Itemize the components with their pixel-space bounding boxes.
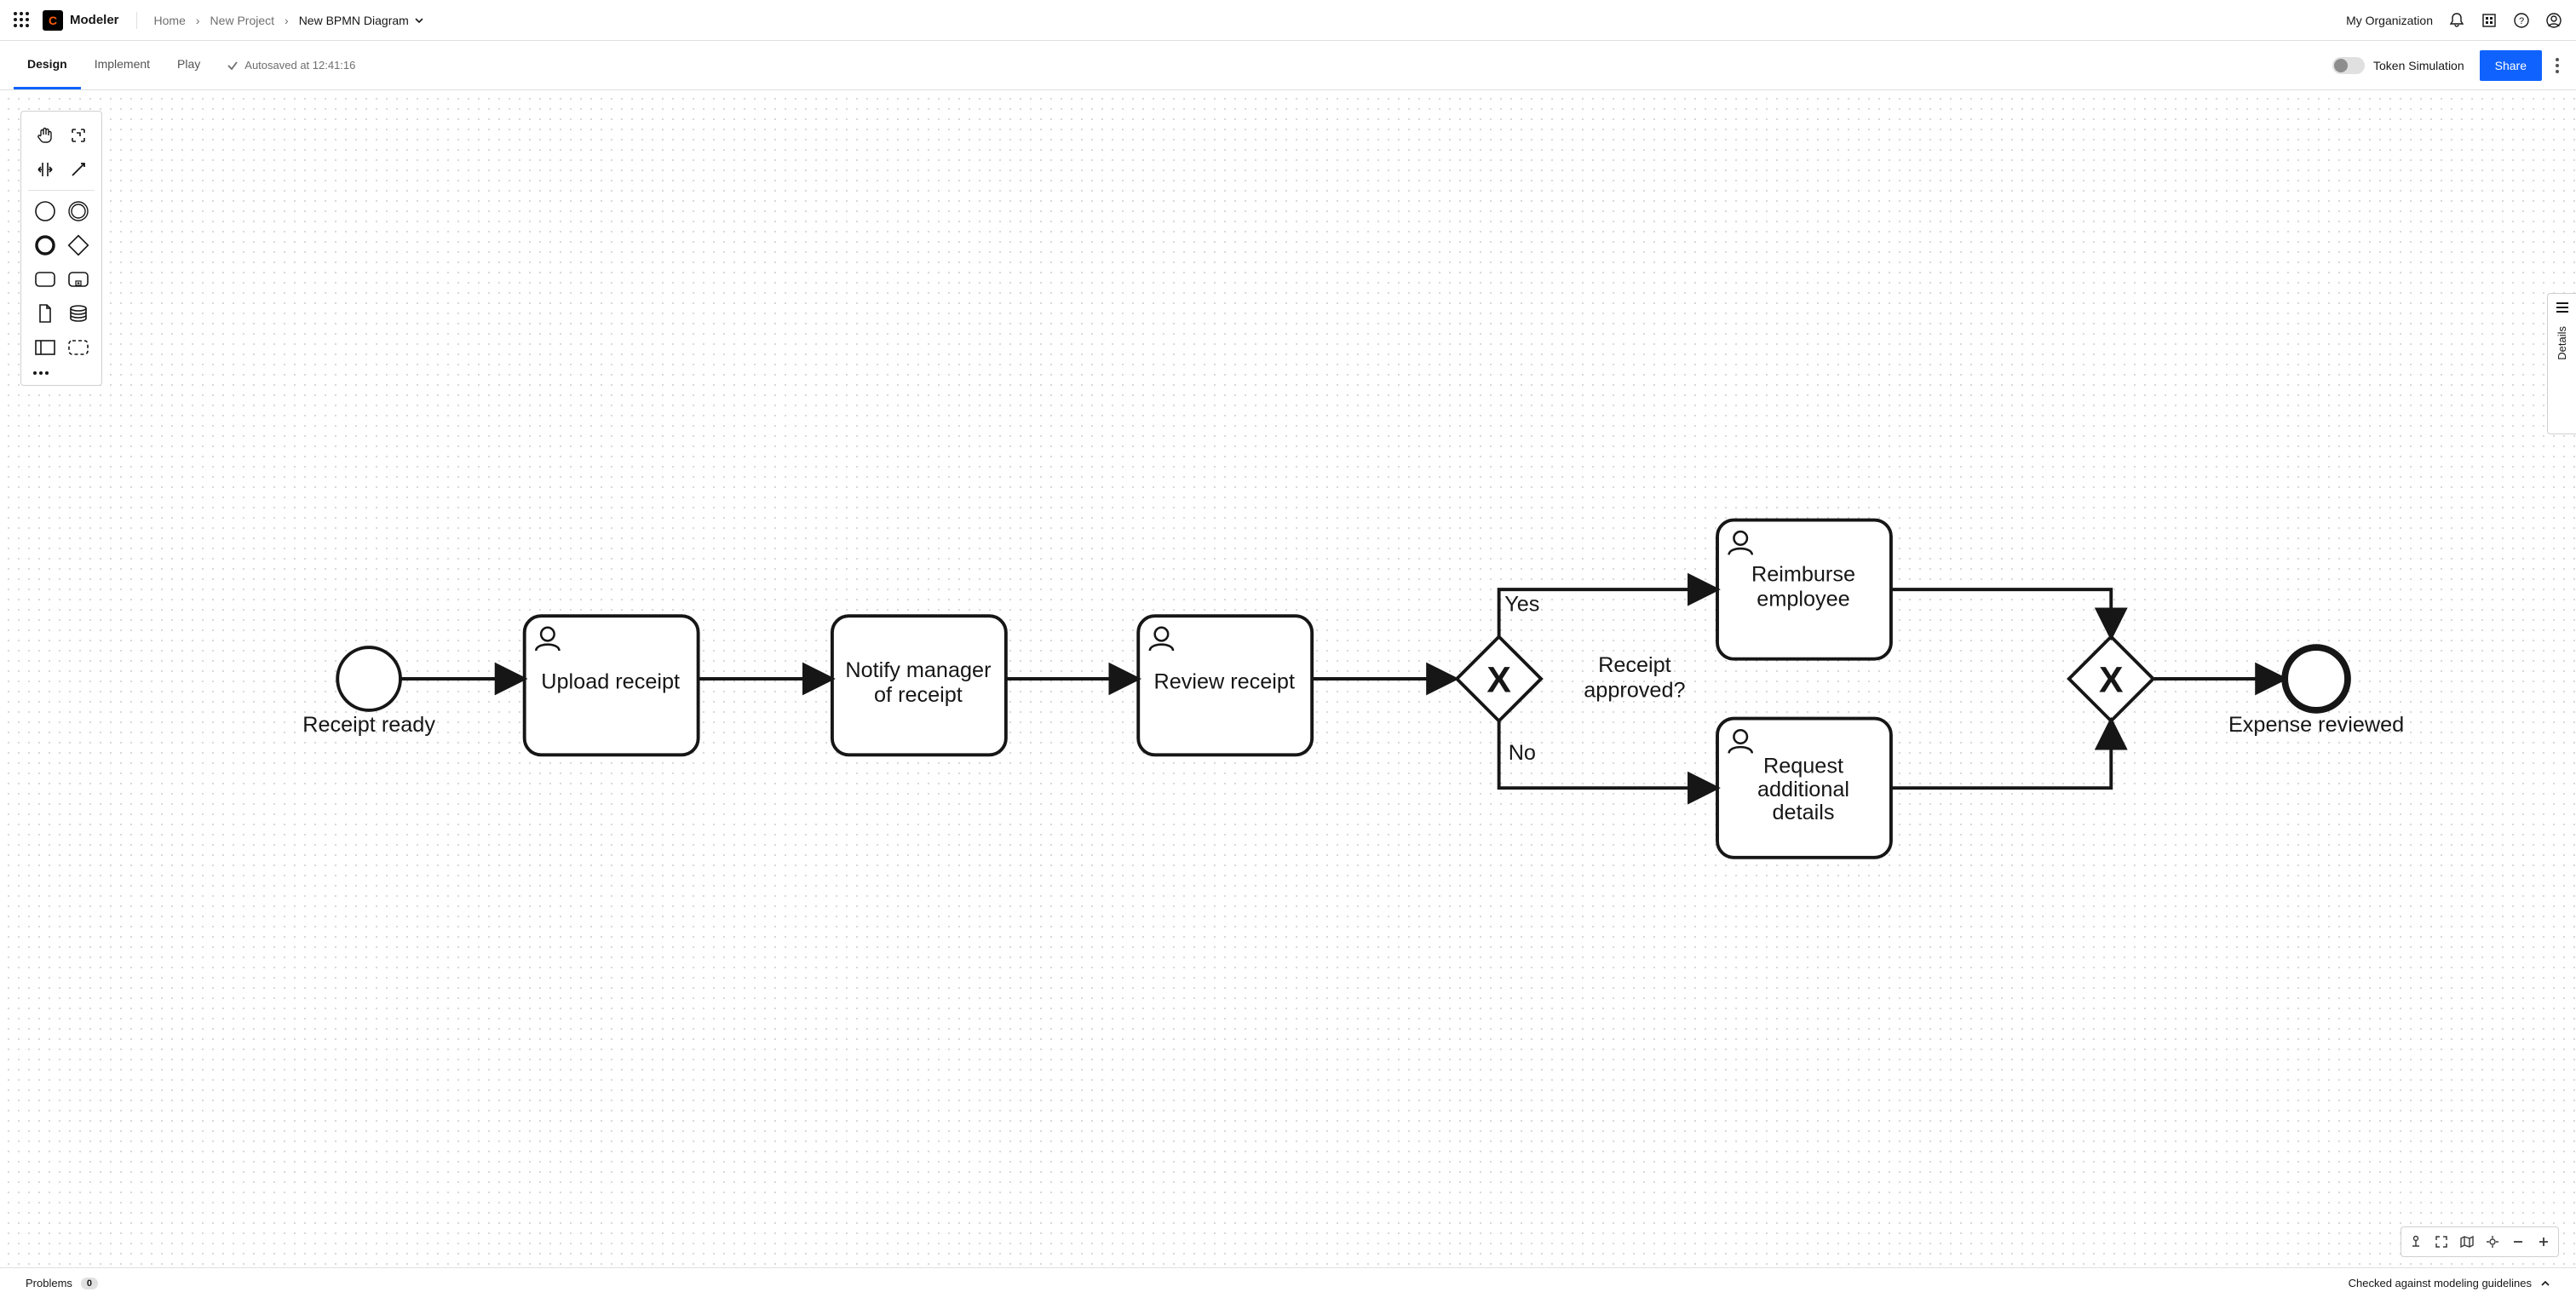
guidelines-label: Checked against modeling guidelines <box>2349 1277 2532 1289</box>
gateway-label-l1: Receipt <box>1598 653 1671 677</box>
gateway-decision[interactable]: X <box>1457 637 1541 721</box>
details-panel[interactable]: Details <box>2547 293 2576 434</box>
zoom-out-icon[interactable] <box>2507 1232 2529 1251</box>
canvas-workspace[interactable]: Receipt ready Upload receipt Notify mana… <box>0 90 2576 1267</box>
chevron-down-icon <box>414 15 424 26</box>
breadcrumb-home[interactable]: Home <box>154 14 186 27</box>
end-event[interactable] <box>2285 647 2348 710</box>
breadcrumb-diagram[interactable]: New BPMN Diagram <box>299 14 424 27</box>
problems-label: Problems <box>26 1277 72 1289</box>
autosave-status: Autosaved at 12:41:16 <box>226 59 355 72</box>
main-header: C Modeler Home › New Project › New BPMN … <box>0 0 2576 41</box>
user-avatar-icon[interactable] <box>2545 12 2562 29</box>
task4-label-l1: Reimburse <box>1751 562 1855 586</box>
apps-switcher-icon[interactable] <box>14 12 31 29</box>
notification-icon[interactable] <box>2448 12 2465 29</box>
divider <box>136 12 137 29</box>
chevron-up-icon <box>2540 1278 2550 1289</box>
end-event-label: Expense reviewed <box>2228 713 2404 737</box>
zoom-controls <box>2401 1226 2559 1257</box>
details-toggle-icon[interactable] <box>2556 302 2568 313</box>
share-button[interactable]: Share <box>2480 50 2542 81</box>
autosave-text: Autosaved at 12:41:16 <box>244 59 355 72</box>
bpmn-canvas[interactable]: Receipt ready Upload receipt Notify mana… <box>0 90 2576 1267</box>
task5-label-l2: additional <box>1757 778 1849 801</box>
token-simulation-toggle[interactable] <box>2332 57 2365 74</box>
svg-text:X: X <box>2099 660 2124 701</box>
task3-label: Review receipt <box>1153 670 1295 694</box>
minimap-icon[interactable] <box>2456 1232 2478 1251</box>
task4-label-l2: employee <box>1757 588 1849 612</box>
chevron-right-icon: › <box>285 14 289 27</box>
gateway-merge[interactable]: X <box>2069 637 2153 721</box>
align-to-origin-icon[interactable] <box>2405 1232 2427 1251</box>
more-actions-icon[interactable] <box>2552 55 2562 77</box>
breadcrumb: Home › New Project › New BPMN Diagram <box>154 14 424 27</box>
task2-label-l2: of receipt <box>874 683 963 707</box>
zoom-in-icon[interactable] <box>2533 1232 2555 1251</box>
task1-label: Upload receipt <box>541 670 680 694</box>
org-icon[interactable] <box>2481 12 2498 29</box>
fullscreen-icon[interactable] <box>2430 1232 2452 1251</box>
tab-play[interactable]: Play <box>164 41 214 89</box>
token-simulation-label: Token Simulation <box>2373 59 2464 72</box>
no-label: No <box>1509 741 1536 765</box>
svg-text:?: ? <box>2519 16 2524 26</box>
check-icon <box>226 59 239 72</box>
mode-tabs: Design Implement Play <box>14 41 214 89</box>
flow[interactable] <box>1891 721 2111 789</box>
task5-label-l3: details <box>1773 801 1835 824</box>
chevron-right-icon: › <box>196 14 200 27</box>
svg-text:X: X <box>1486 660 1511 701</box>
start-event[interactable] <box>337 647 400 710</box>
tab-design[interactable]: Design <box>14 41 81 89</box>
guidelines-panel-toggle[interactable]: Checked against modeling guidelines <box>2349 1277 2550 1289</box>
app-logo: C <box>43 10 63 31</box>
start-event-label: Receipt ready <box>302 713 435 737</box>
status-footer: Problems 0 Checked against modeling guid… <box>0 1267 2576 1298</box>
token-simulation-toggle-wrap: Token Simulation <box>2332 57 2464 74</box>
mode-bar: Design Implement Play Autosaved at 12:41… <box>0 41 2576 90</box>
flow[interactable] <box>1891 589 2111 637</box>
problems-count-badge: 0 <box>81 1278 98 1289</box>
task2-label-l1: Notify manager <box>845 658 991 682</box>
breadcrumb-project[interactable]: New Project <box>210 14 274 27</box>
tab-implement[interactable]: Implement <box>81 41 164 89</box>
task5-label-l1: Request <box>1763 755 1843 778</box>
problems-panel-toggle[interactable]: Problems 0 <box>26 1277 98 1289</box>
breadcrumb-diagram-label: New BPMN Diagram <box>299 14 409 27</box>
gateway-label-l2: approved? <box>1584 678 1685 702</box>
header-actions: My Organization ? <box>2346 12 2562 29</box>
details-label: Details <box>2556 326 2568 360</box>
organization-name[interactable]: My Organization <box>2346 14 2433 27</box>
yes-label: Yes <box>1504 592 1539 616</box>
reset-zoom-icon[interactable] <box>2481 1232 2504 1251</box>
help-icon[interactable]: ? <box>2513 12 2530 29</box>
app-title: Modeler <box>70 13 119 27</box>
